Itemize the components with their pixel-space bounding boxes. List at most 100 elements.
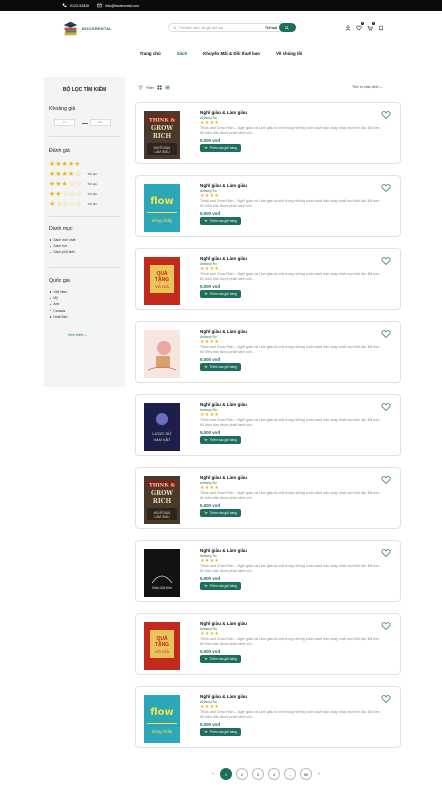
rating-option-4[interactable]: ★★★★ ☆ Trở lên <box>49 171 97 178</box>
rating-option-2[interactable]: ★★ ☆☆☆ Trở lên <box>49 191 97 198</box>
page-button[interactable]: 4 <box>268 768 280 780</box>
search-category-select[interactable]: Thể loại <box>265 26 277 30</box>
phone-contact[interactable]: 0123-52836 <box>62 3 89 8</box>
cart-icon <box>204 219 208 222</box>
wishlist-heart-icon[interactable] <box>381 256 391 266</box>
svg-text:dòng chảy: dòng chảy <box>152 729 174 734</box>
product-title[interactable]: Nghĩ giàu & Làm giàu <box>200 329 247 334</box>
header-icons: 0 0 <box>344 22 384 31</box>
add-to-cart-button[interactable]: Thêm vào giỏ hàng <box>200 582 241 590</box>
product-title[interactable]: Nghĩ giàu & Làm giàu <box>200 110 247 115</box>
search-bar[interactable]: Tìm kiếm sách, tác giả, thể loại... Thể … <box>168 23 296 32</box>
wishlist-heart-icon[interactable] <box>381 548 391 558</box>
product-title[interactable]: Nghĩ giàu & Làm giàu <box>200 183 247 188</box>
add-to-cart-button[interactable]: Thêm vào giỏ hàng <box>200 290 241 298</box>
svg-text:LÀM GIÀU: LÀM GIÀU <box>154 515 170 519</box>
book-cover-image[interactable]: THINK &GROWRICHNGHĨ GIÀULÀM GIÀU <box>144 111 180 159</box>
email-contact[interactable]: info@bookrental.com <box>97 3 139 8</box>
product-card[interactable]: THINK & GROW RICH NGHĨ GIÀU LÀM GIÀU Nghĩ già… <box>135 467 401 529</box>
svg-text:flow: flow <box>150 196 174 207</box>
page-button[interactable]: 2 <box>236 768 248 780</box>
user-icon <box>345 24 350 31</box>
product-card[interactable]: LƯỢC SỬ VẠN VẬT Nghĩ giàu & Làm giàu Anthon… <box>135 394 401 456</box>
add-to-cart-button[interactable]: Thêm vào giỏ hàng <box>200 655 241 663</box>
next-page-button[interactable]: › <box>316 771 322 777</box>
product-price: 5.000 vnđ <box>200 211 221 216</box>
product-card[interactable]: flow dòng chảy Nghĩ giàu & Làm giàu Anthony… <box>135 175 401 237</box>
prev-page-button[interactable]: ‹ <box>210 771 216 777</box>
book-cover-image[interactable] <box>144 330 180 378</box>
wishlist-heart-icon[interactable] <box>381 110 391 120</box>
list-view-icon[interactable] <box>165 85 170 90</box>
product-title[interactable]: Nghĩ giàu & Làm giàu <box>200 621 247 626</box>
logo[interactable]: BOOKRENTAL <box>62 20 112 37</box>
notification-button[interactable] <box>377 24 384 31</box>
svg-text:dòng chảy: dòng chảy <box>152 218 174 223</box>
product-card[interactable]: THINK & GROW RICH NGHĨ GIÀU LÀM GIÀU Nghĩ già… <box>135 102 401 164</box>
rating-option-5[interactable]: ★★★★★ <box>49 161 86 168</box>
wishlist-heart-icon[interactable] <box>381 694 391 704</box>
product-description: Think and Grow Rich – Nghĩ giàu và Làm g… <box>200 491 380 500</box>
add-to-cart-button[interactable]: Thêm vào giỏ hàng <box>200 217 241 225</box>
country-heading: Quốc gia <box>49 278 70 284</box>
nav-home[interactable]: Trang chủ <box>140 51 161 56</box>
product-price: 5.000 vnđ <box>200 430 221 435</box>
add-to-cart-button[interactable]: Thêm vào giỏ hàng <box>200 509 241 517</box>
add-to-cart-label: Thêm vào giỏ hàng <box>209 365 237 369</box>
product-card[interactable]: Nghĩ giàu & Làm giàu Anthony Ru ★★★★ Think … <box>135 321 401 383</box>
product-card[interactable]: Nhà Giả Kim Nghĩ giàu & Làm giàu Anthony R… <box>135 540 401 602</box>
book-cover-image[interactable]: THINK &GROWRICHNGHĨ GIÀULÀM GIÀU <box>144 476 180 524</box>
wishlist-heart-icon[interactable] <box>381 475 391 485</box>
product-title[interactable]: Nghĩ giàu & Làm giàu <box>200 475 247 480</box>
book-cover-image[interactable]: QUÀTẶNGVÔ GIÁ <box>144 257 180 305</box>
wishlist-heart-icon[interactable] <box>381 329 391 339</box>
price-to-input[interactable]: Đến <box>90 119 111 126</box>
wishlist-heart-icon[interactable] <box>381 621 391 631</box>
page-button[interactable]: 1 <box>220 768 232 780</box>
add-to-cart-button[interactable]: Thêm vào giỏ hàng <box>200 144 241 152</box>
account-button[interactable] <box>344 24 351 31</box>
product-title[interactable]: Nghĩ giàu & Làm giàu <box>200 548 247 553</box>
product-card[interactable]: QUÀ TẶNG VÔ GIÁ Nghĩ giàu & Làm giàu Anthony… <box>135 248 401 310</box>
country-item[interactable]: Nhật Bản <box>50 314 67 320</box>
nav-promotions[interactable]: Khuyến Mãi & Dồi thuê bao <box>203 51 260 56</box>
nav-about[interactable]: Về chúng tôi <box>276 51 302 56</box>
add-to-cart-button[interactable]: Thêm vào giỏ hàng <box>200 363 241 371</box>
page-button[interactable]: 50 <box>300 768 312 780</box>
pagination: ‹ 1 2 3 4 ... 50 › <box>210 768 322 780</box>
product-description: Think and Grow Rich – Nghĩ giàu và Làm g… <box>200 418 380 427</box>
product-title[interactable]: Nghĩ giàu & Làm giàu <box>200 694 247 699</box>
svg-text:GROW: GROW <box>151 125 173 132</box>
cart-icon <box>204 292 208 295</box>
product-description: Think and Grow Rich – Nghĩ giàu và Làm g… <box>200 637 380 646</box>
nav-books[interactable]: Sách <box>177 51 188 56</box>
add-to-cart-button[interactable]: Thêm vào giỏ hàng <box>200 436 241 444</box>
see-more-link[interactable]: Xem thêm ⌄ <box>68 333 87 337</box>
book-cover-image[interactable]: Nhà Giả Kim <box>144 549 180 597</box>
rating-option-1[interactable]: ★ ☆☆☆☆ Trở lên <box>49 201 97 208</box>
wishlist-heart-icon[interactable] <box>381 183 391 193</box>
product-price: 5.000 vnđ <box>200 576 221 581</box>
add-to-cart-button[interactable]: Thêm vào giỏ hàng <box>200 728 241 736</box>
wishlist-heart-icon[interactable] <box>381 402 391 412</box>
search-input[interactable]: Tìm kiếm sách, tác giả, thể loại... <box>179 26 226 30</box>
cart-button[interactable]: 0 <box>366 22 375 31</box>
top-bar: 0123-52836 info@bookrental.com <box>0 0 442 11</box>
category-item[interactable]: Sách phổ biến <box>50 249 75 255</box>
book-cover-image[interactable]: flow dòng chảy <box>144 184 180 232</box>
grid-view-icon[interactable] <box>157 85 162 90</box>
product-title[interactable]: Nghĩ giàu & Làm giàu <box>200 256 247 261</box>
page-button[interactable]: 3 <box>252 768 264 780</box>
product-card[interactable]: QUÀ TẶNG VÔ GIÁ Nghĩ giàu & Làm giàu Anthony… <box>135 613 401 675</box>
book-cover-image[interactable]: flow dòng chảy <box>144 695 180 743</box>
sort-select[interactable]: Thứ tự mặc định ⌄ <box>352 85 383 89</box>
product-card[interactable]: flow dòng chảy Nghĩ giàu & Làm giàu Anthony… <box>135 686 401 748</box>
search-button[interactable] <box>279 23 296 32</box>
wishlist-button[interactable]: 0 <box>355 22 364 31</box>
book-cover-image[interactable]: QUÀTẶNGVÔ GIÁ <box>144 622 180 670</box>
filter-toggle[interactable]: Filter <box>138 85 170 90</box>
rating-option-3[interactable]: ★★★ ☆☆ Trở lên <box>49 181 97 188</box>
price-from-input[interactable]: Từ <box>54 119 75 126</box>
book-cover-image[interactable]: LƯỢC SỬVẠN VẬT <box>144 403 180 451</box>
product-title[interactable]: Nghĩ giàu & Làm giàu <box>200 402 247 407</box>
